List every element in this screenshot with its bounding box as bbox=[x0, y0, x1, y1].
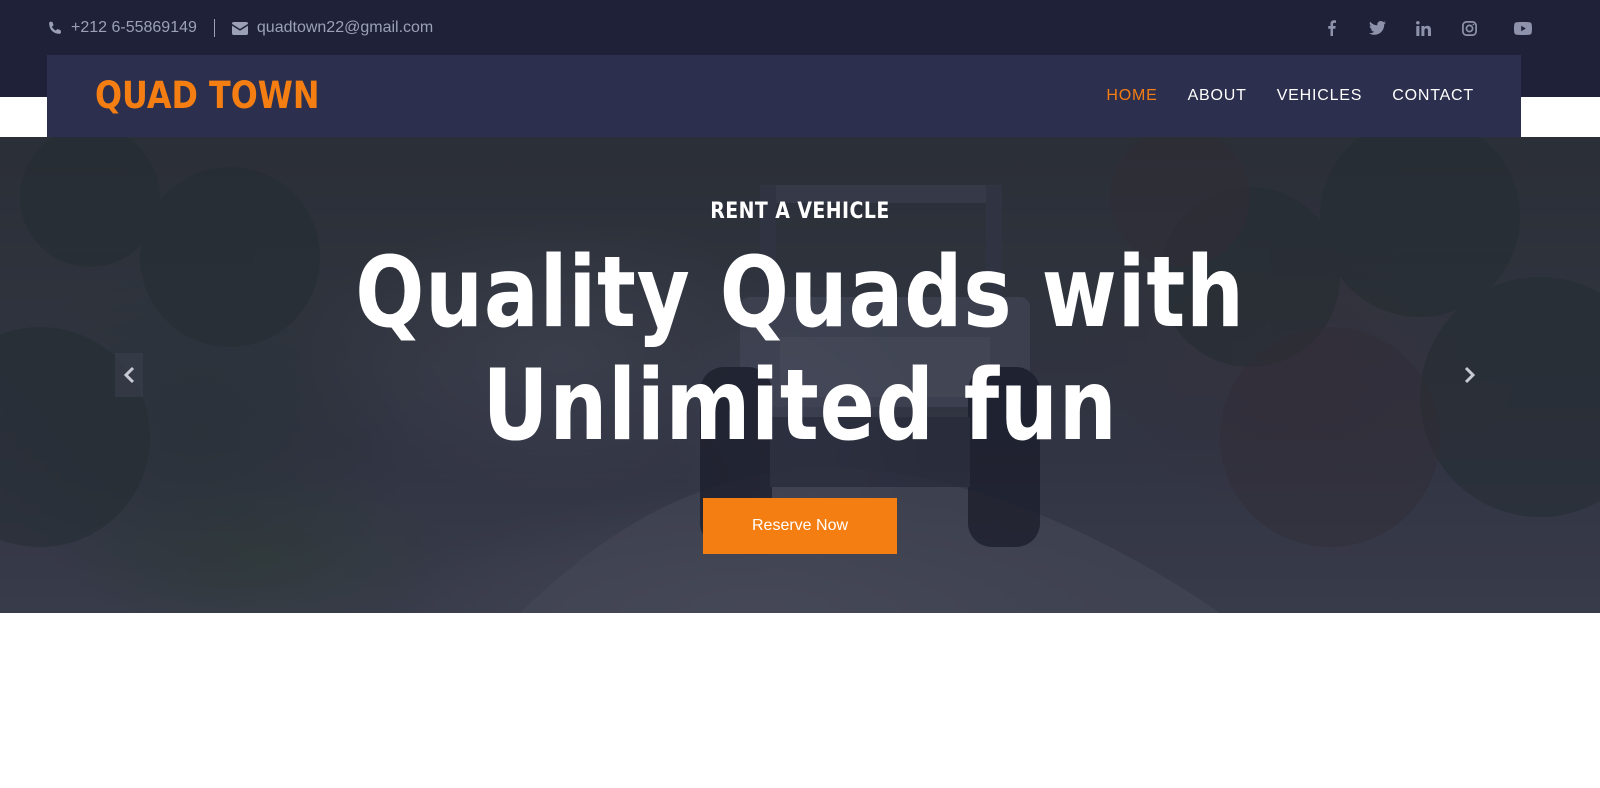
nav-links: HOME ABOUT VEHICLES CONTACT bbox=[1076, 84, 1474, 108]
carousel-next-button[interactable] bbox=[1456, 353, 1484, 397]
envelope-icon bbox=[231, 21, 248, 35]
hero-title-line-2: Unlimited fun bbox=[482, 349, 1118, 463]
hero-title: Quality Quads with Unlimited fun bbox=[302, 237, 1298, 463]
hero-title-line-1: Quality Quads with bbox=[355, 236, 1245, 350]
phone-contact[interactable]: +212 6-55869149 bbox=[47, 19, 197, 37]
contact-info: +212 6-55869149 quadtown22@gmail.com bbox=[47, 16, 433, 40]
social-links bbox=[1308, 16, 1532, 40]
nav-link-about[interactable]: ABOUT bbox=[1188, 84, 1247, 108]
facebook-icon[interactable] bbox=[1308, 16, 1354, 40]
instagram-icon[interactable] bbox=[1446, 16, 1492, 40]
phone-icon bbox=[47, 21, 62, 36]
nav-link-home[interactable]: HOME bbox=[1106, 84, 1157, 108]
reserve-now-button[interactable]: Reserve Now bbox=[703, 498, 897, 554]
linkedin-icon[interactable] bbox=[1400, 16, 1446, 40]
divider bbox=[213, 19, 215, 37]
brand-logo[interactable]: QUAD TOWN bbox=[95, 73, 320, 119]
hero-kicker: RENT A VEHICLE bbox=[710, 199, 890, 224]
nav-link-vehicles[interactable]: VEHICLES bbox=[1277, 84, 1363, 108]
chevron-right-icon bbox=[1464, 366, 1476, 384]
main-navbar: QUAD TOWN HOME ABOUT VEHICLES CONTACT bbox=[47, 55, 1521, 137]
email-contact[interactable]: quadtown22@gmail.com bbox=[231, 19, 434, 37]
chevron-left-icon bbox=[123, 366, 135, 384]
hero-carousel: RENT A VEHICLE Quality Quads with Unlimi… bbox=[0, 137, 1600, 613]
nav-link-contact[interactable]: CONTACT bbox=[1392, 84, 1474, 108]
hero-content: RENT A VEHICLE Quality Quads with Unlimi… bbox=[0, 137, 1600, 613]
twitter-icon[interactable] bbox=[1354, 16, 1400, 40]
phone-number: +212 6-55869149 bbox=[71, 19, 197, 36]
carousel-prev-button[interactable] bbox=[115, 353, 143, 397]
email-address: quadtown22@gmail.com bbox=[256, 19, 434, 36]
youtube-icon[interactable] bbox=[1492, 16, 1532, 40]
